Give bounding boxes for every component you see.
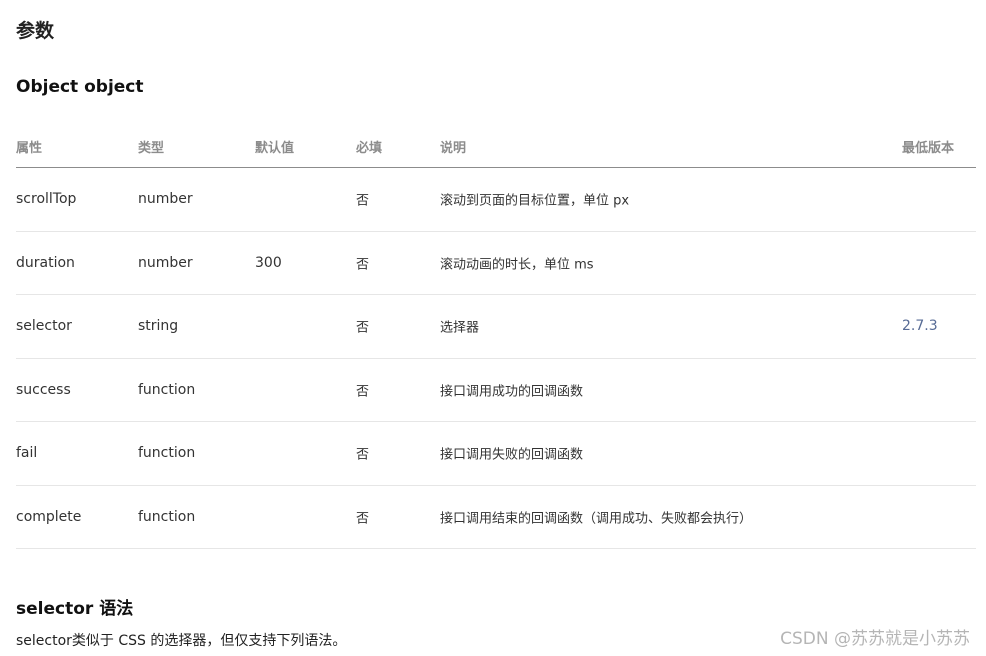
cell-required: 否 [356, 384, 370, 400]
cell-name: success [16, 381, 71, 398]
cell-type: function [138, 508, 196, 525]
cell-name: duration [16, 254, 75, 271]
table-row: fail function 否 接口调用失败的回调函数 [16, 422, 976, 486]
section-title: 参数 [16, 20, 55, 42]
cell-name: selector [16, 318, 72, 335]
cell-default: 300 [255, 254, 282, 271]
cell-name: complete [16, 508, 82, 525]
header-attribute: 属性 [16, 141, 43, 156]
cell-required: 否 [356, 193, 370, 209]
cell-description: 接口调用失败的回调函数 [440, 447, 584, 463]
cell-description: 接口调用结束的回调函数（调用成功、失败都会执行） [440, 511, 753, 527]
table-row: selector string 否 选择器 2.7.3 [16, 295, 976, 359]
cell-required: 否 [356, 511, 370, 527]
header-required: 必填 [356, 141, 383, 156]
cell-version: 2.7.3 [902, 318, 938, 335]
cell-name: fail [16, 445, 38, 462]
cell-required: 否 [356, 257, 370, 273]
selector-syntax-description: selector类似于 CSS 的选择器，但仅支持下列语法。 [16, 633, 347, 649]
cell-type: string [138, 318, 179, 335]
cell-description: 滚动动画的时长，单位 ms [440, 257, 594, 273]
cell-description: 滚动到页面的目标位置，单位 px [440, 193, 630, 209]
cell-description: 接口调用成功的回调函数 [440, 384, 584, 400]
header-default: 默认值 [255, 141, 295, 156]
table-header: 属性 类型 默认值 必填 说明 最低版本 [16, 126, 976, 168]
header-min-version: 最低版本 [902, 141, 955, 156]
table-row: duration number 300 否 滚动动画的时长，单位 ms [16, 232, 976, 295]
table-row: scrollTop number 否 滚动到页面的目标位置，单位 px [16, 168, 976, 232]
table-row: success function 否 接口调用成功的回调函数 [16, 359, 976, 422]
header-description: 说明 [440, 141, 467, 156]
cell-type: function [138, 381, 196, 398]
params-table: 属性 类型 默认值 必填 说明 最低版本 scrollTop number 否 … [16, 126, 976, 549]
cell-description: 选择器 [440, 320, 480, 336]
cell-name: scrollTop [16, 191, 77, 208]
cell-required: 否 [356, 447, 370, 463]
cell-type: number [138, 254, 193, 271]
csdn-watermark: CSDN @苏苏就是小苏苏 [780, 629, 970, 649]
cell-type: function [138, 445, 196, 462]
table-row: complete function 否 接口调用结束的回调函数（调用成功、失败都… [16, 486, 976, 549]
cell-required: 否 [356, 320, 370, 336]
cell-type: number [138, 191, 193, 208]
object-title: Object object [16, 77, 144, 97]
selector-syntax-title: selector 语法 [16, 599, 134, 619]
header-type: 类型 [138, 141, 165, 156]
